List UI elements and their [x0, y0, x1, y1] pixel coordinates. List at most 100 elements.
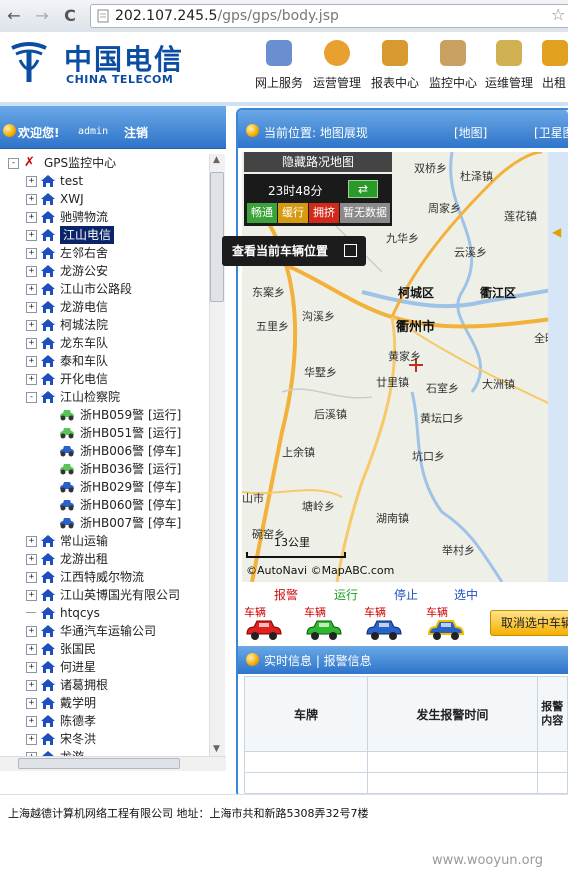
logo-chinese-text: 中国电信: [64, 43, 185, 76]
forward-icon[interactable]: →: [32, 6, 52, 26]
tree-expand-icon[interactable]: +: [26, 320, 37, 331]
map-place: 上余镇: [282, 446, 315, 459]
welcome-text: 欢迎您!: [18, 126, 60, 140]
map-side-panel[interactable]: [548, 152, 568, 582]
map-place: 廿里镇: [376, 376, 409, 389]
tree-expand-icon[interactable]: +: [26, 212, 37, 223]
url-host: 202.107.245.5: [115, 8, 218, 24]
map-place: 山市: [242, 492, 264, 505]
stopped-car-icon: [58, 444, 76, 458]
hide-traffic-button[interactable]: 隐藏路况地图: [244, 152, 392, 172]
tree-expand-icon[interactable]: +: [26, 590, 37, 601]
reload-icon[interactable]: C: [60, 6, 80, 26]
map-place: 举村乡: [442, 544, 475, 557]
tree-expand-icon[interactable]: +: [26, 284, 37, 295]
tree-expand-icon[interactable]: +: [26, 338, 37, 349]
tree-expand-icon[interactable]: +: [26, 176, 37, 187]
folder-house-icon: [40, 228, 56, 242]
tree-expand-icon[interactable]: +: [26, 248, 37, 259]
tab-map[interactable]: [地图]: [454, 124, 487, 141]
tree-expand-icon[interactable]: +: [26, 356, 37, 367]
username: admin: [78, 126, 109, 137]
map-place: 后溪镇: [314, 408, 347, 421]
tree-item-label: 江山英博国光有限公司: [60, 588, 181, 602]
tree-expand-icon[interactable]: +: [26, 572, 37, 583]
check-position-label: 查看当前车辆位置: [232, 244, 329, 258]
tree-collapse-icon[interactable]: -: [8, 158, 19, 169]
map-place: 石室乡: [426, 382, 459, 395]
tree-expand-icon[interactable]: +: [26, 662, 37, 673]
china-telecom-logo-icon: [11, 42, 47, 82]
col-plate: 车牌: [243, 676, 369, 752]
folder-house-icon: [40, 714, 56, 728]
nav-label: 网上服务: [254, 76, 303, 90]
bookmark-star-icon[interactable]: ☆: [551, 5, 565, 24]
expand-arrow-icon[interactable]: ◀: [552, 225, 561, 239]
check-position-checkbox[interactable]: [344, 244, 357, 257]
tree-item-label: 龙游公安: [60, 264, 109, 278]
tree-expand-icon[interactable]: +: [26, 266, 37, 277]
tree-expand-icon[interactable]: +: [26, 644, 37, 655]
tree-item-label: 左邻右舍: [60, 246, 109, 260]
tree-item-label: 张国民: [60, 642, 97, 656]
tree-item-label: 宋冬洪: [60, 732, 97, 746]
folder-house-icon: [40, 606, 56, 620]
nav-taxi[interactable]: 出租: [534, 40, 568, 91]
nav-label: 报表中心: [370, 76, 419, 90]
tree-expand-icon[interactable]: +: [26, 302, 37, 313]
tree-expand-icon[interactable]: +: [26, 698, 37, 709]
tree-item-label: 华通汽车运输公司: [60, 624, 157, 638]
tree-item-label: 何进星: [60, 660, 97, 674]
nav-maintenance-management[interactable]: 运维管理: [480, 40, 538, 91]
legend-running: 运行: [334, 588, 359, 602]
vehicle-label: 浙HB060警 [停车]: [80, 498, 182, 512]
url-path: /gps/gps/body.jsp: [217, 8, 339, 24]
folder-house-icon: [40, 192, 56, 206]
tree-item-label: htqcys: [60, 606, 100, 620]
tree-item-label: 陈德孝: [60, 714, 97, 728]
nav-monitor-center[interactable]: 监控中心: [424, 40, 482, 91]
tree-expand-icon[interactable]: +: [26, 734, 37, 745]
cancel-selection-button[interactable]: 取消选中车辆: [490, 610, 568, 636]
scroll-up-icon[interactable]: ▲: [213, 155, 220, 165]
tree-expand-icon[interactable]: +: [26, 374, 37, 385]
tree-expand-icon[interactable]: +: [26, 194, 37, 205]
vehicle-label: 浙HB059警 [运行]: [80, 408, 182, 422]
nav-report-center[interactable]: 报表中心: [366, 40, 424, 91]
tree-collapse-icon[interactable]: -: [26, 392, 37, 403]
tree-item-label: 龙东车队: [60, 336, 109, 350]
refresh-icon[interactable]: ⇄: [348, 180, 378, 198]
tree-item-label: 常山运输: [60, 534, 109, 548]
folder-house-icon: [40, 642, 56, 656]
realtime-title[interactable]: 实时信息 | 报警信息: [264, 652, 372, 669]
scroll-down-icon[interactable]: ▼: [213, 744, 220, 754]
tree-hscroll-thumb[interactable]: [18, 758, 180, 769]
tree-item-label: 江山检察院: [60, 390, 121, 404]
legend-congested: 拥挤: [309, 203, 339, 223]
tree-expand-icon[interactable]: +: [26, 716, 37, 727]
stopped-car-icon: [58, 516, 76, 530]
nav-operation-management[interactable]: 运营管理: [308, 40, 366, 91]
folder-house-icon: [40, 318, 56, 332]
folder-house-icon: [40, 354, 56, 368]
nav-online-service[interactable]: 网上服务: [250, 40, 308, 91]
vehicle-label: 浙HB051警 [运行]: [80, 426, 182, 440]
tree-expand-icon[interactable]: +: [26, 536, 37, 547]
tab-satellite[interactable]: [卫星图: [534, 124, 568, 141]
tree-root-label: GPS监控中心: [44, 156, 117, 170]
folder-house-icon: [40, 534, 56, 548]
vehicle-label: 浙HB036警 [运行]: [80, 462, 182, 476]
check-vehicle-position[interactable]: 查看当前车辆位置: [222, 236, 366, 266]
logout-link[interactable]: 注销: [124, 124, 148, 141]
back-icon[interactable]: ←: [4, 6, 24, 26]
alarm-car-icon: [246, 620, 282, 640]
address-bar[interactable]: 202.107.245.5/gps/gps/body.jsp ☆: [90, 4, 568, 28]
tree-expand-icon[interactable]: +: [26, 554, 37, 565]
selected-car-icon: [427, 620, 465, 640]
tree-item-label: 柯城法院: [60, 318, 109, 332]
tree-item-label: 龙游出租: [60, 552, 109, 566]
tree-expand-icon[interactable]: +: [26, 626, 37, 637]
current-location: 当前位置: 地图展现: [264, 126, 368, 140]
tree-expand-icon[interactable]: +: [26, 230, 37, 241]
tree-expand-icon[interactable]: +: [26, 680, 37, 691]
